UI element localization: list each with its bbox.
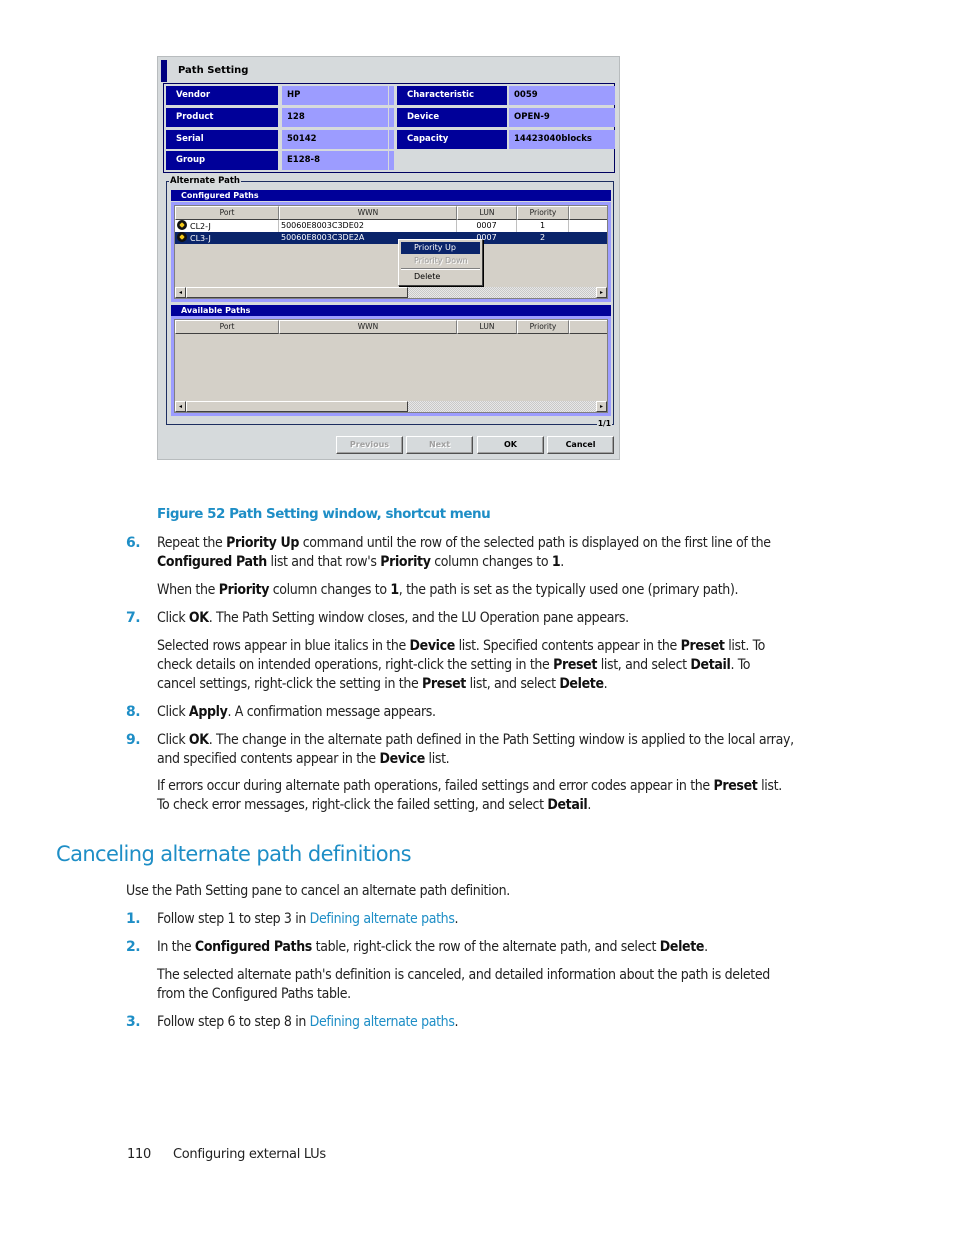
text: . — [454, 1014, 459, 1030]
cancel-step-3-text: Follow step 6 to step 8 in Defining alte… — [157, 1013, 817, 1032]
section-heading: Canceling alternate path definitions — [56, 842, 412, 866]
step-6-text: Repeat the Priority Up command until the… — [157, 534, 817, 572]
bold-term: OK — [188, 610, 209, 626]
text: Click — [157, 732, 189, 748]
cancel-step-2-note: The selected alternate path's definition… — [157, 967, 770, 1002]
text: list, and select — [465, 676, 560, 692]
text: Follow step 1 to step 3 in — [157, 911, 310, 927]
bold-term: Delete — [659, 939, 705, 955]
text: Click — [157, 610, 189, 626]
text: , the path is set as the typically used … — [398, 582, 739, 598]
bold-term: Configured Paths — [194, 939, 312, 955]
text: Follow step 6 to step 8 in — [157, 1014, 310, 1030]
step-6-note: When the Priority column changes to 1, t… — [157, 581, 817, 600]
bold-term: Priority Up — [226, 535, 300, 551]
text: Selected rows appear in blue italics in … — [157, 638, 410, 654]
step-8-text: Click Apply. A confirmation message appe… — [157, 703, 817, 722]
step-number: 9. — [126, 732, 141, 748]
text: If errors occur during alternate path op… — [157, 778, 714, 794]
step-7-text: Click OK. The Path Setting window closes… — [157, 609, 817, 628]
bold-term: Preset — [422, 676, 466, 692]
text: . A confirmation message appears. — [227, 704, 436, 720]
text: Click — [157, 704, 189, 720]
document-body: 6. Repeat the Priority Up command until … — [0, 0, 954, 1235]
bold-term: Configured Path — [157, 554, 267, 570]
footer-chapter: Configuring external LUs — [173, 1147, 326, 1162]
step-9-note: If errors occur during alternate path op… — [157, 777, 787, 815]
bold-term: Apply — [188, 704, 228, 720]
text: When the — [157, 582, 219, 598]
bold-term: Preset — [553, 657, 598, 673]
cancel-step-1-text: Follow step 1 to step 3 in Defining alte… — [157, 910, 817, 929]
bold-term: Detail — [690, 657, 731, 673]
text: . — [704, 939, 708, 955]
text: In the — [157, 939, 195, 955]
text: table, right-click the row of the altern… — [311, 939, 660, 955]
step-7-note: Selected rows appear in blue italics in … — [157, 637, 787, 694]
text: list and that row's — [266, 554, 381, 570]
page-number: 110 — [127, 1147, 151, 1162]
text: command until the row of the selected pa… — [299, 535, 771, 551]
bold-term: Preset — [680, 638, 725, 654]
section-intro: Use the Path Setting pane to cancel an a… — [126, 883, 510, 899]
bold-term: Device — [409, 638, 456, 654]
step-9-text: Click OK. The change in the alternate pa… — [157, 731, 807, 769]
step-number: 3. — [126, 1014, 141, 1030]
bold-term: Preset — [713, 778, 758, 794]
defining-alternate-paths-link[interactable]: Defining alternate paths — [310, 1014, 455, 1030]
bold-term: Delete — [559, 676, 604, 692]
step-number: 8. — [126, 704, 141, 720]
step-number: 2. — [126, 939, 141, 955]
defining-alternate-paths-link[interactable]: Defining alternate paths — [310, 911, 455, 927]
text: . — [587, 797, 592, 813]
step-number: 1. — [126, 911, 141, 927]
text: list. Specified contents appear in the — [454, 638, 681, 654]
step-number: 7. — [126, 610, 141, 626]
text: list, and select — [597, 657, 691, 673]
text: . — [603, 676, 608, 692]
text: column changes to — [430, 554, 552, 570]
bold-term: Detail — [547, 797, 588, 813]
bold-term: Priority — [380, 554, 431, 570]
text: column changes to — [269, 582, 391, 598]
text: . The change in the alternate path defin… — [157, 732, 794, 767]
bold-term: Priority — [218, 582, 270, 598]
bold-term: Device — [379, 751, 425, 767]
bold-term: 1 — [390, 582, 399, 598]
text: . — [560, 554, 564, 570]
bold-term: OK — [188, 732, 209, 748]
cancel-step-2-text: In the Configured Paths table, right-cli… — [157, 938, 817, 957]
step-number: 6. — [126, 535, 141, 551]
text: Repeat the — [157, 535, 227, 551]
text: list. — [424, 751, 450, 767]
text: . The Path Setting window closes, and th… — [208, 610, 629, 626]
text: . — [454, 911, 459, 927]
